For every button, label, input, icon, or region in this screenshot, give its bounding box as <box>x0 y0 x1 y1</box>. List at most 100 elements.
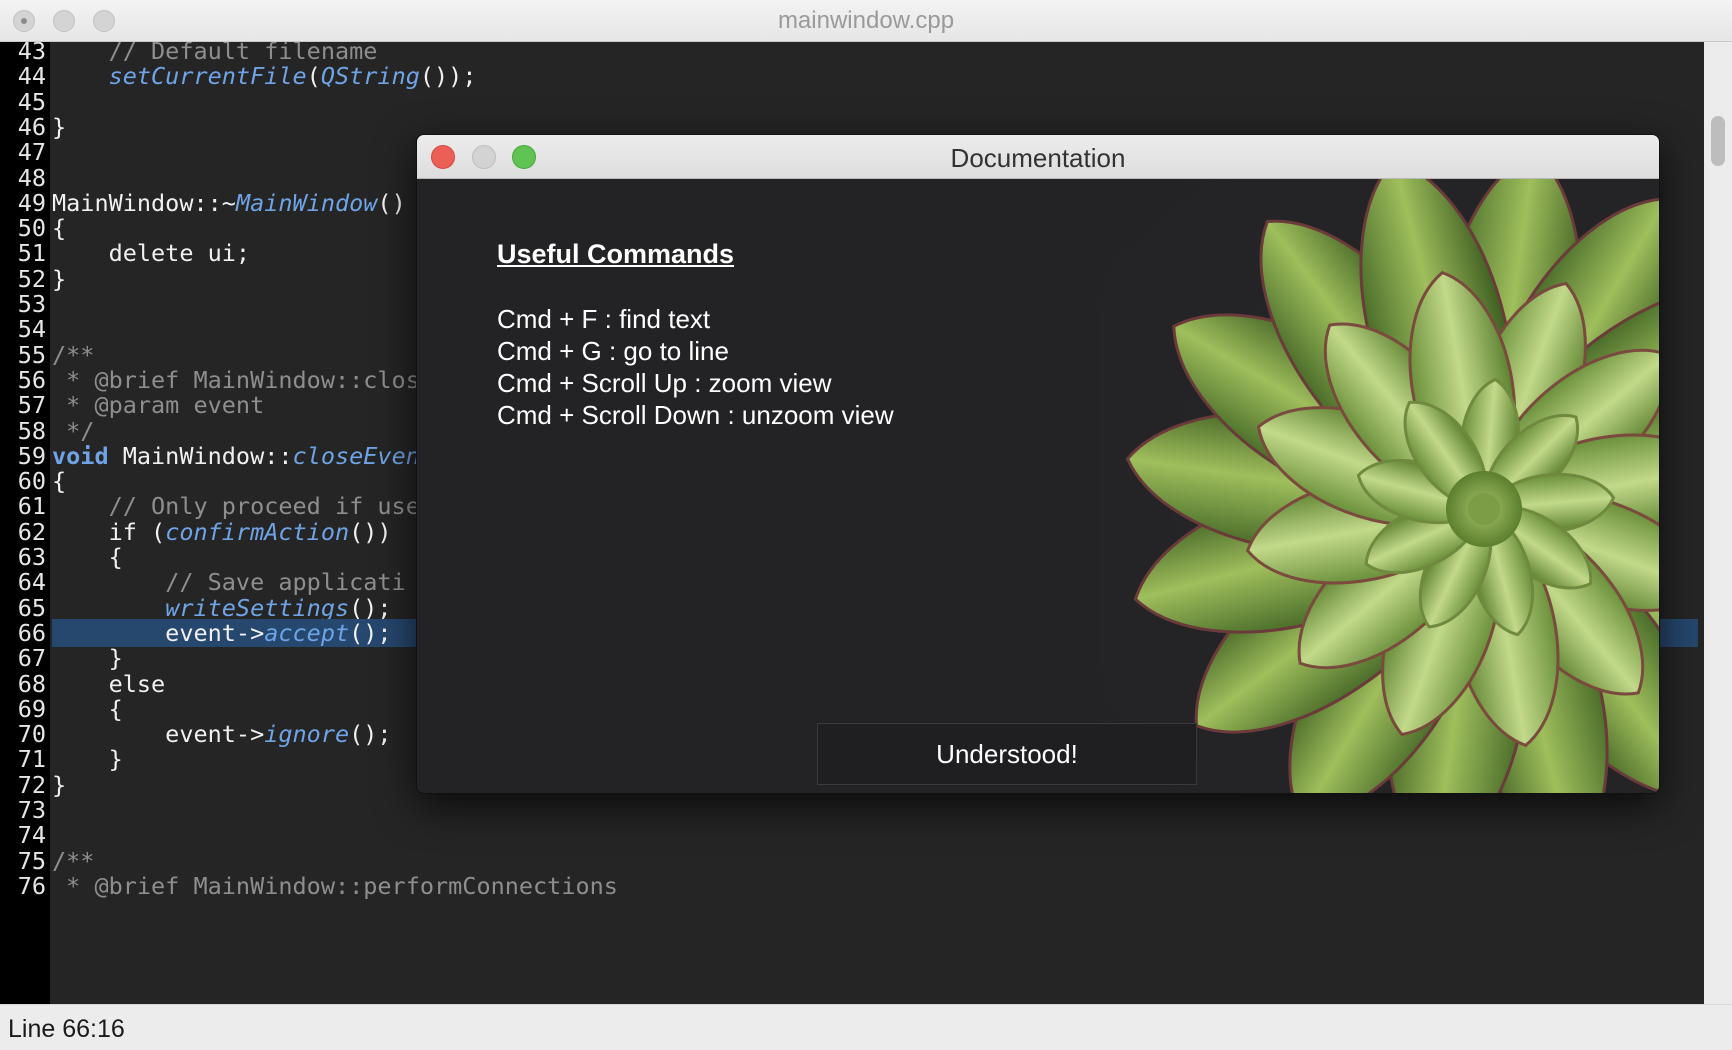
line-number: 55 <box>17 340 46 369</box>
command-item: Cmd + Scroll Up : zoom view <box>497 368 832 398</box>
line-code: // Only proceed if use <box>52 492 420 520</box>
line-code: { <box>52 695 123 723</box>
code-token: } <box>52 264 67 293</box>
code-token: (); <box>349 720 392 749</box>
code-token: closeEven <box>292 441 420 470</box>
line-code: } <box>52 113 66 141</box>
succulent-image <box>1099 179 1659 793</box>
line-number: 57 <box>17 391 46 420</box>
code-token: /** <box>52 340 95 369</box>
line-code: MainWindow::~MainWindow() <box>52 189 406 217</box>
line-number: 65 <box>17 593 46 622</box>
line-number: 44 <box>17 62 46 91</box>
code-token: ignore <box>264 720 350 749</box>
line-number: 70 <box>17 720 46 749</box>
line-number: 52 <box>17 264 46 293</box>
succulent-illustration <box>1125 179 1659 793</box>
line-number: 73 <box>17 796 46 824</box>
line-code: setCurrentFile(QString()); <box>52 62 477 91</box>
dialog-body: Useful Commands Cmd + F : find text Cmd … <box>417 179 1659 793</box>
code-token: } <box>52 770 67 799</box>
code-token: event-> <box>52 618 265 647</box>
line-number: 48 <box>17 163 46 192</box>
code-token: } <box>52 745 123 774</box>
code-token: */ <box>52 416 95 445</box>
documentation-dialog: Documentation Useful Commands Cmd + F: … <box>416 134 1660 794</box>
code-token: MainWindow <box>235 188 378 217</box>
code-token: delete ui; <box>52 239 251 268</box>
code-token: /** <box>52 846 95 875</box>
code-token: * @param event <box>52 391 265 420</box>
line-code: delete ui; <box>52 239 251 268</box>
code-line[interactable]: 45 <box>0 88 1704 116</box>
code-token: event-> <box>52 720 265 749</box>
line-code: * @brief MainWindow::performConnections <box>52 872 618 900</box>
code-token: (); <box>349 618 392 647</box>
line-number: 76 <box>17 871 46 900</box>
code-token: ()) <box>349 517 392 546</box>
code-token: { <box>52 214 67 243</box>
dialog-title: Documentation <box>950 143 1126 173</box>
line-code: } <box>52 771 66 799</box>
understood-button[interactable]: Understood! <box>817 723 1197 785</box>
line-code: void MainWindow::closeEven <box>52 442 420 470</box>
code-line[interactable]: 74 <box>0 821 1704 849</box>
window-titlebar: mainwindow.cpp <box>0 0 1732 42</box>
line-code: * @brief MainWindow::clos <box>52 366 420 394</box>
code-line[interactable]: 44 setCurrentFile(QString()); <box>0 62 1704 90</box>
code-token: { <box>52 694 123 723</box>
code-token: () <box>377 188 406 217</box>
line-number: 62 <box>17 517 46 546</box>
line-code: event->ignore(); <box>52 720 392 749</box>
code-token: // Save applicati <box>165 568 406 597</box>
command-item: Cmd + G : go to line <box>497 336 729 366</box>
code-token: QString <box>320 62 420 91</box>
line-number: 72 <box>17 770 46 799</box>
line-number: 59 <box>17 441 46 470</box>
scrollbar-thumb[interactable] <box>1711 116 1725 166</box>
code-token: accept <box>264 618 350 647</box>
line-code: if (confirmAction()) <box>52 518 392 546</box>
command-item: Cmd + Scroll Down : unzoom view <box>497 400 894 430</box>
code-line[interactable]: 75/** <box>0 847 1704 875</box>
code-token: else <box>52 669 166 698</box>
code-token: setCurrentFile <box>108 62 307 91</box>
code-token: { <box>52 467 67 496</box>
code-token: confirmAction <box>165 517 350 546</box>
line-code: /** <box>52 847 94 875</box>
code-token: void <box>52 441 109 470</box>
line-code: else <box>52 669 166 698</box>
vertical-scrollbar[interactable] <box>1704 42 1732 1004</box>
code-line[interactable]: 73 <box>0 796 1704 824</box>
dialog-titlebar[interactable]: Documentation <box>417 135 1659 179</box>
line-number: 56 <box>17 365 46 394</box>
code-token: ()); <box>419 62 477 91</box>
line-number: 75 <box>17 846 46 875</box>
line-code: } <box>52 644 123 672</box>
line-code: } <box>52 745 123 773</box>
line-number: 69 <box>17 694 46 723</box>
code-token: } <box>52 112 67 141</box>
line-number: 45 <box>17 87 46 116</box>
code-token: MainWindow:: <box>108 441 293 470</box>
line-number: 74 <box>17 821 46 850</box>
line-number: 46 <box>17 112 46 141</box>
line-number: 49 <box>17 188 46 217</box>
line-number: 63 <box>17 543 46 571</box>
line-code: { <box>52 543 123 571</box>
window-title: mainwindow.cpp <box>777 7 955 34</box>
line-code: */ <box>52 417 94 445</box>
line-number: 66 <box>17 618 46 647</box>
line-number: 64 <box>17 568 46 597</box>
code-token: { <box>52 543 123 571</box>
code-token: * @brief MainWindow::performConnections <box>52 871 618 900</box>
commands-heading: Useful Commands <box>497 239 735 269</box>
line-number: 61 <box>17 492 46 521</box>
code-token: * @brief MainWindow::clos <box>52 365 420 394</box>
code-line[interactable]: 76 * @brief MainWindow::performConnectio… <box>0 872 1704 900</box>
line-code: // Save applicati <box>52 568 406 596</box>
